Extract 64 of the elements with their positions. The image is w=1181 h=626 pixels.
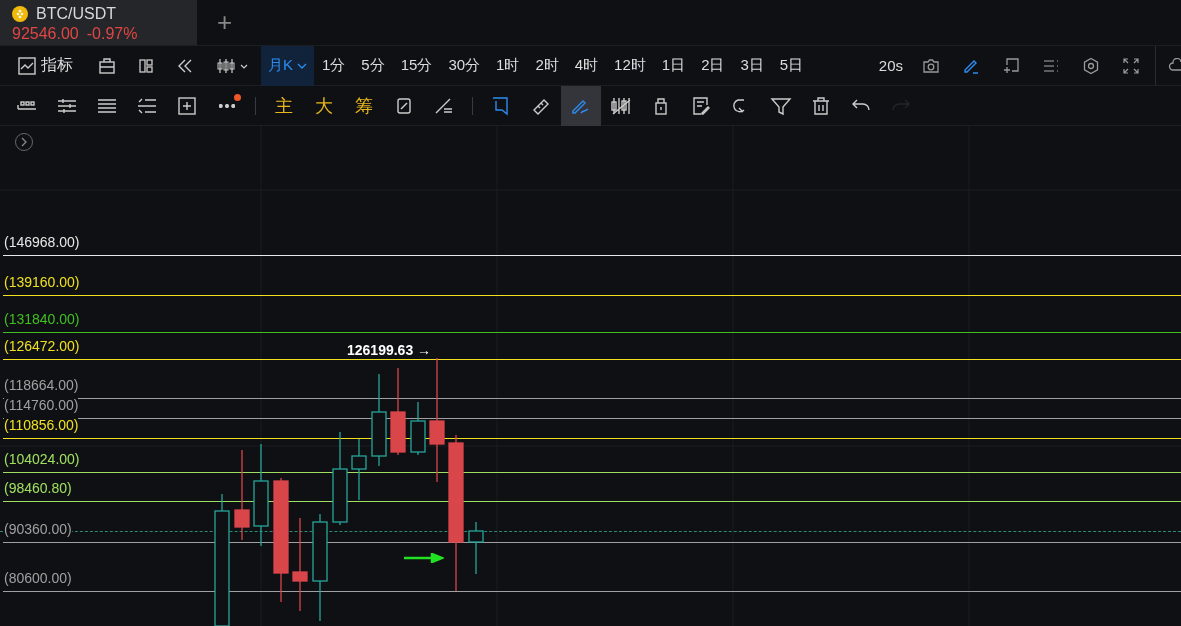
price-level-label: (114760.00) <box>4 397 79 414</box>
arrow-drawing <box>404 553 444 563</box>
fullscreen-icon[interactable] <box>1122 56 1140 75</box>
settings-icon[interactable] <box>1082 56 1100 75</box>
price-level-label: (110856.00) <box>4 416 79 433</box>
indicators-button[interactable]: 指标 <box>16 45 81 86</box>
interval-tab[interactable]: 4时 <box>566 45 607 86</box>
chart-mode-button[interactable]: 筹 <box>344 85 384 126</box>
price-level-line[interactable] <box>3 418 1181 420</box>
price-level-label: (131840.00) <box>4 310 80 327</box>
price-level-line[interactable] <box>3 294 1181 296</box>
interval-tab[interactable]: 5日 <box>771 45 812 86</box>
interval-tab[interactable]: 30分 <box>440 45 489 86</box>
chart-mode-button[interactable]: 主 <box>264 85 304 126</box>
price-level-label: (146968.00) <box>4 233 80 250</box>
interval-tab[interactable]: 15分 <box>392 45 441 86</box>
cloud-icon[interactable] <box>1167 57 1181 74</box>
price-change: -0.97% <box>86 24 138 43</box>
price-level-label: (98460.80) <box>4 479 72 496</box>
interval-tab[interactable]: 12时 <box>606 45 654 86</box>
chart-mode-button[interactable]: 大 <box>304 85 344 126</box>
last-price: 92546.00 <box>12 24 79 43</box>
price-level-label: (104024.00) <box>4 451 80 468</box>
rewind-icon[interactable] <box>176 57 194 74</box>
interval-tab[interactable]: 2时 <box>527 45 567 86</box>
coin-logo-icon <box>12 5 28 22</box>
price-level-label: (126472.00) <box>4 337 80 354</box>
pair-tab[interactable]: BTC/USDT 92546.00 -0.97% <box>0 0 197 45</box>
high-price-marker: 126199.63 → <box>347 342 432 358</box>
price-level-line[interactable] <box>3 472 1181 474</box>
layout-icon[interactable] <box>138 57 154 74</box>
interval-tab[interactable]: 1时 <box>488 45 528 86</box>
candle <box>351 438 367 501</box>
price-level-line[interactable] <box>3 331 1181 333</box>
interval-tab[interactable]: 2日 <box>693 45 733 86</box>
period-dropdown[interactable]: 月K <box>261 45 314 86</box>
price-level-label: (139160.00) <box>4 273 80 290</box>
chart-icon <box>18 56 36 75</box>
interval-tab[interactable]: 3日 <box>732 45 772 86</box>
list-icon[interactable] <box>1042 57 1060 74</box>
candlestick-dropdown-icon[interactable] <box>216 56 250 75</box>
price-level-label: (118664.00) <box>4 377 79 394</box>
price-level-line[interactable] <box>3 500 1181 502</box>
candle <box>410 401 426 456</box>
pen-tool-button[interactable] <box>561 85 601 126</box>
price-level-line[interactable] <box>3 254 1181 256</box>
price-level-label: (90360.00) <box>4 520 72 537</box>
interval-tab[interactable]: 1日 <box>653 45 694 86</box>
refresh-interval-button[interactable]: 20s <box>870 45 911 86</box>
price-level-line[interactable] <box>3 541 1181 543</box>
interval-tab[interactable]: 5分 <box>353 45 393 86</box>
price-level-line[interactable] <box>3 437 1181 439</box>
camera-icon[interactable] <box>922 57 940 74</box>
add-tab-button[interactable]: + <box>213 7 237 38</box>
candle <box>468 521 484 575</box>
chevron-right-icon[interactable] <box>14 132 34 152</box>
pair-name: BTC/USDT <box>36 4 116 23</box>
add-window-icon[interactable] <box>1002 56 1020 75</box>
price-level-line[interactable] <box>3 398 1181 400</box>
price-level-line[interactable] <box>3 358 1181 360</box>
chevron-down-icon <box>297 61 307 70</box>
price-level-label: (80600.00) <box>4 570 72 586</box>
briefcase-icon[interactable] <box>98 56 116 75</box>
interval-tab[interactable]: 1分 <box>314 45 354 86</box>
